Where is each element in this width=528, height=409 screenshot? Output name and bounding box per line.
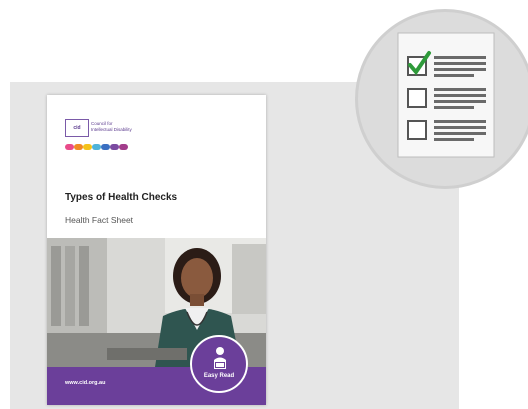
website-url[interactable]: www.cid.org.au [65, 380, 105, 386]
document-title: Types of Health Checks [65, 192, 178, 203]
easy-read-label: Easy Read [203, 373, 235, 379]
org-name-line-2: Intellectual Disability [91, 127, 132, 132]
document-subtitle: Health Fact Sheet [65, 215, 134, 225]
logo-abbrev: cid [73, 125, 81, 131]
organisation-name: Council for Intellectual Disability [91, 121, 151, 133]
easy-read-badge: Easy Read [190, 335, 248, 393]
person-reading-icon [214, 347, 226, 369]
fact-sheet-cover[interactable]: cid Council for Intellectual Disability … [47, 95, 266, 405]
logo-colour-ribbon [65, 144, 128, 150]
cid-logo: cid [65, 119, 89, 137]
checklist-icon [397, 32, 495, 158]
